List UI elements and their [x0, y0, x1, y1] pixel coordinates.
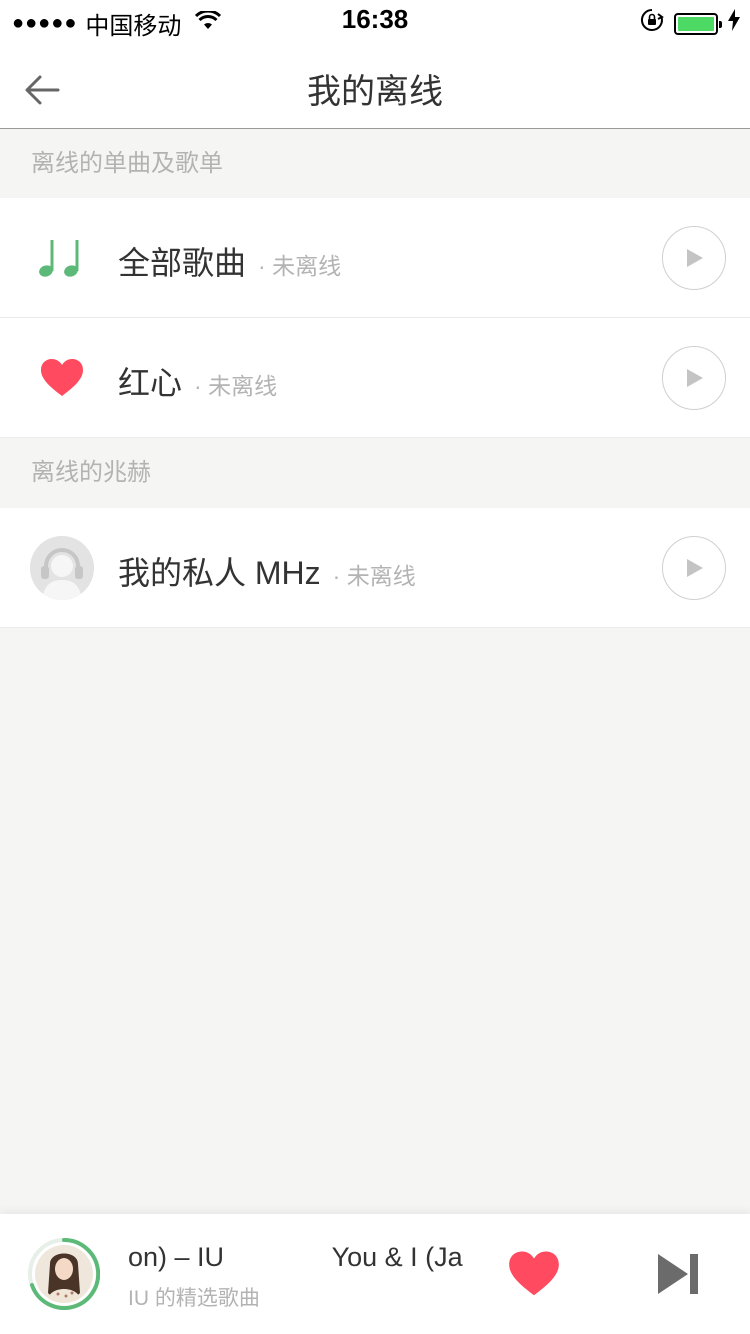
- section-header-offline-mhz: 离线的兆赫: [0, 438, 750, 508]
- song-title-part-next: You & I (Ja: [331, 1242, 463, 1272]
- play-button[interactable]: [662, 226, 726, 290]
- offline-status: · 未离线: [332, 563, 416, 589]
- list-item-all-songs[interactable]: 全部歌曲 · 未离线: [0, 198, 750, 318]
- headphones-avatar-icon: [30, 536, 94, 600]
- song-subtitle: IU 的精选歌曲: [128, 1287, 260, 1310]
- battery-icon: [674, 12, 722, 35]
- page-title: 我的离线: [307, 73, 443, 111]
- offline-status: · 未离线: [258, 253, 342, 279]
- avatar-container: [30, 536, 94, 600]
- section-header-offline-songs: 离线的单曲及歌单: [0, 129, 750, 199]
- skip-next-icon: [658, 1254, 698, 1294]
- list-item-title: 红心: [118, 365, 183, 401]
- play-button[interactable]: [662, 346, 726, 410]
- music-notes-icon: [30, 226, 94, 290]
- charging-bolt-icon: [728, 9, 740, 38]
- clock: 16:38: [341, 4, 409, 34]
- next-track-button[interactable]: [656, 1252, 700, 1301]
- navigation-bar: 我的离线: [0, 40, 750, 129]
- play-icon: [687, 249, 703, 267]
- play-button[interactable]: [662, 536, 726, 600]
- play-icon: [687, 559, 703, 577]
- list-item-title: 我的私人 MHz: [118, 555, 321, 591]
- list-item-private-mhz[interactable]: 我的私人 MHz · 未离线: [0, 508, 750, 628]
- orientation-lock-icon: [640, 8, 664, 39]
- album-cover[interactable]: [28, 1237, 101, 1310]
- heart-icon: [509, 1251, 559, 1296]
- list-item-title: 全部歌曲: [118, 245, 247, 281]
- list-item-red-heart[interactable]: 红心 · 未离线: [0, 318, 750, 438]
- status-bar: ●●●●● 中国移动 16:38: [0, 0, 750, 40]
- mini-player[interactable]: on) – IU You & I (Ja IU 的精选歌曲: [0, 1214, 750, 1334]
- now-playing-info[interactable]: on) – IU You & I (Ja IU 的精选歌曲: [128, 1242, 474, 1312]
- song-title-part: on) – IU: [128, 1242, 225, 1272]
- play-icon: [687, 369, 703, 387]
- heart-icon: [30, 346, 94, 410]
- offline-status: · 未离线: [194, 373, 278, 399]
- like-button[interactable]: [508, 1250, 560, 1303]
